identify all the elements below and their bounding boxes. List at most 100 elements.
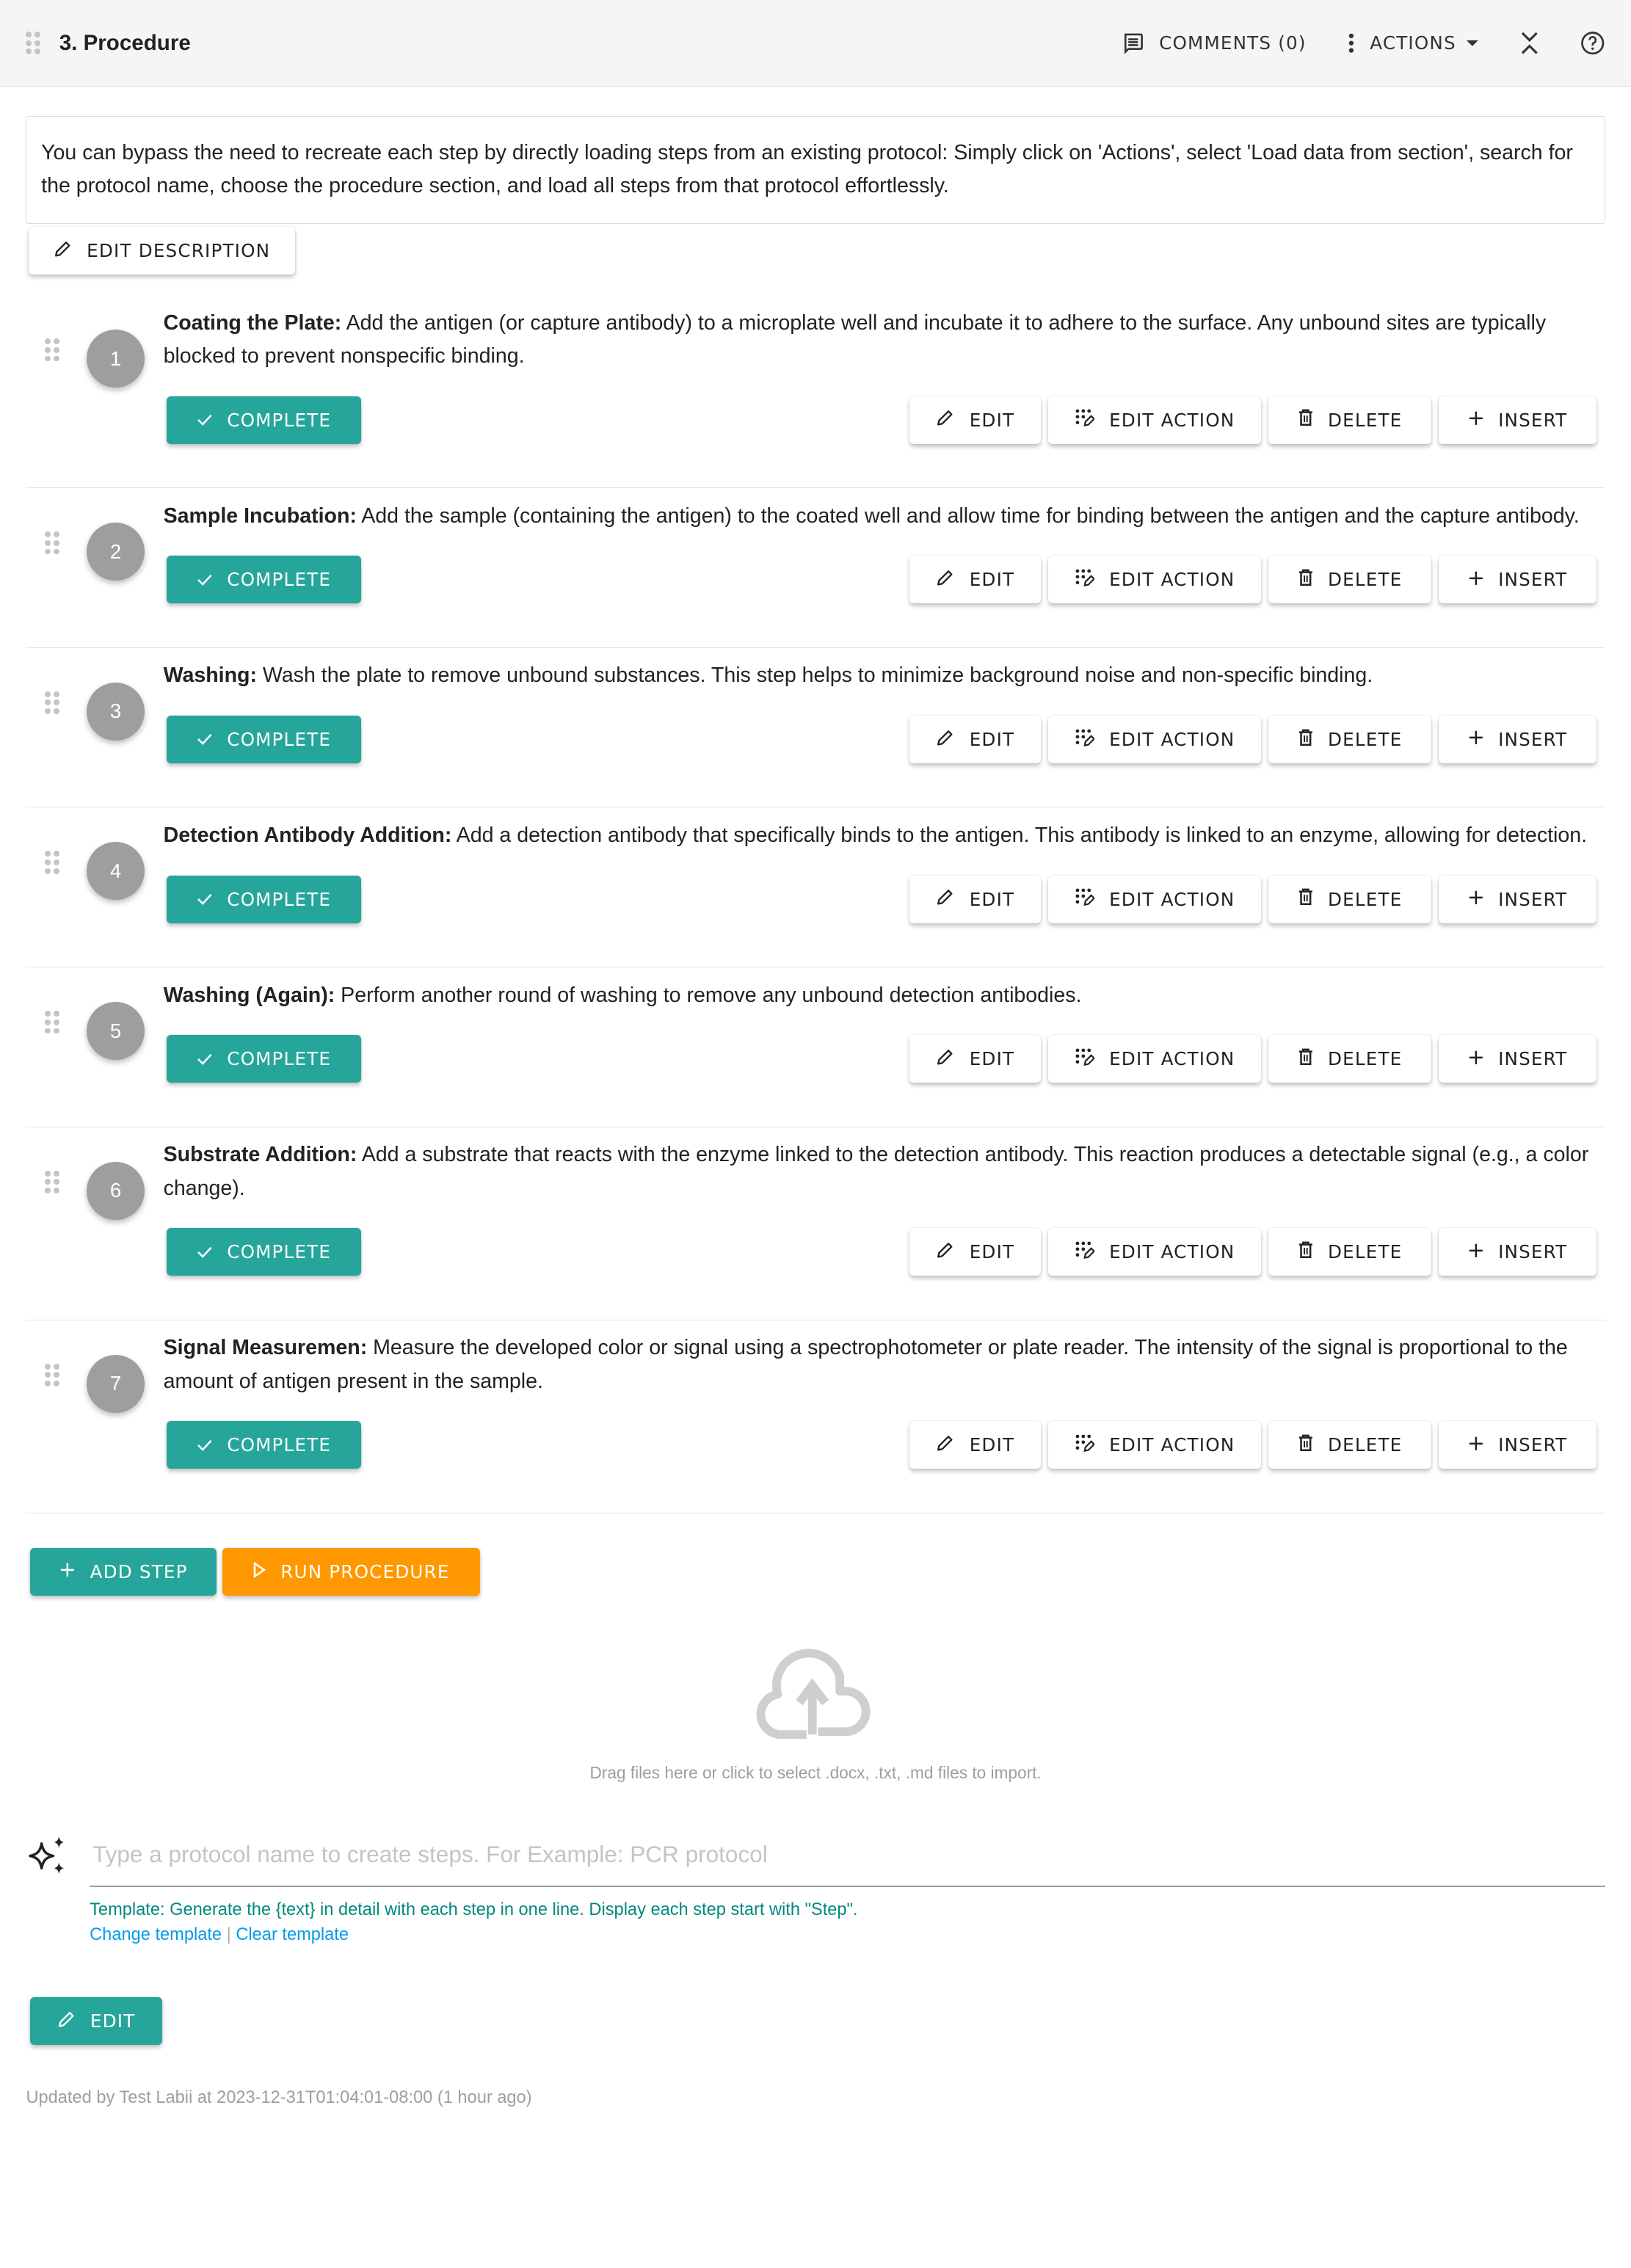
change-template-link[interactable]: Change template xyxy=(90,1925,222,1944)
step-actions: COMPLETE EDIT EDIT ACTION DELETE INSERT xyxy=(166,716,1597,764)
step-title: Coating the Plate: xyxy=(163,310,342,335)
edit-action-button[interactable]: EDIT ACTION xyxy=(1048,396,1261,444)
complete-step-button[interactable]: COMPLETE xyxy=(166,716,362,764)
edit-action-button[interactable]: EDIT ACTION xyxy=(1048,556,1261,604)
edit-action-button[interactable]: EDIT ACTION xyxy=(1048,875,1261,923)
step-number-badge: 3 xyxy=(87,682,145,741)
plus-icon xyxy=(59,1561,76,1582)
complete-label: COMPLETE xyxy=(227,1241,332,1263)
check-icon xyxy=(197,1241,213,1262)
insert-step-button[interactable]: INSERT xyxy=(1439,1228,1597,1276)
delete-step-button[interactable]: DELETE xyxy=(1268,396,1432,444)
clear-template-link[interactable]: Clear template xyxy=(236,1925,349,1944)
comments-button[interactable]: COMMENTS (0) xyxy=(1122,32,1307,55)
edit-action-button[interactable]: EDIT ACTION xyxy=(1048,1035,1261,1083)
delete-label: DELETE xyxy=(1327,409,1403,431)
step-drag-handle-icon[interactable] xyxy=(45,851,59,874)
delete-step-button[interactable]: DELETE xyxy=(1268,1228,1432,1276)
step-drag-handle-icon[interactable] xyxy=(45,531,59,555)
insert-step-button[interactable]: INSERT xyxy=(1439,1035,1597,1083)
edit-step-button[interactable]: EDIT xyxy=(909,875,1042,923)
protocol-name-input[interactable] xyxy=(90,1832,1605,1887)
edit-step-button[interactable]: EDIT xyxy=(909,1035,1042,1083)
edit-section-button[interactable]: EDIT xyxy=(30,1997,162,2046)
collapse-icon[interactable] xyxy=(1519,30,1540,56)
help-icon[interactable] xyxy=(1580,31,1605,55)
section-description: You can bypass the need to recreate each… xyxy=(26,115,1605,225)
edit-action-label: EDIT ACTION xyxy=(1109,1241,1235,1263)
delete-label: DELETE xyxy=(1327,1241,1403,1263)
step-drag-handle-icon[interactable] xyxy=(45,1170,59,1194)
steps-list: 1 Coating the Plate: Add the antigen (or… xyxy=(26,295,1605,1513)
complete-step-button[interactable]: COMPLETE xyxy=(166,1228,362,1276)
edit-step-button[interactable]: EDIT xyxy=(909,556,1042,604)
pencil-icon xyxy=(54,239,73,263)
step-number-badge: 2 xyxy=(87,523,145,581)
edit-description-button[interactable]: EDIT DESCRIPTION xyxy=(29,227,295,275)
delete-step-button[interactable]: DELETE xyxy=(1268,1421,1432,1469)
insert-step-button[interactable]: INSERT xyxy=(1439,1421,1597,1469)
delete-step-button[interactable]: DELETE xyxy=(1268,1035,1432,1083)
complete-label: COMPLETE xyxy=(227,409,332,431)
step-number-badge: 7 xyxy=(87,1354,145,1413)
edit-action-label: EDIT ACTION xyxy=(1109,409,1235,431)
edit-step-button[interactable]: EDIT xyxy=(909,1228,1042,1276)
step-actions: COMPLETE EDIT EDIT ACTION DELETE INSERT xyxy=(166,1421,1597,1469)
trash-icon xyxy=(1298,728,1314,752)
step-body: Add the sample (containing the antigen) … xyxy=(356,504,1580,528)
edit-label: EDIT xyxy=(969,1048,1015,1070)
insert-label: INSERT xyxy=(1498,1048,1568,1070)
delete-label: DELETE xyxy=(1327,888,1403,910)
file-dropzone[interactable]: Drag files here or click to select .docx… xyxy=(26,1648,1605,1784)
comment-icon xyxy=(1122,32,1145,55)
delete-step-button[interactable]: DELETE xyxy=(1268,875,1432,923)
more-vert-icon xyxy=(1347,32,1356,55)
caret-down-icon xyxy=(1465,39,1480,48)
trash-icon xyxy=(1298,887,1314,911)
insert-step-button[interactable]: INSERT xyxy=(1439,556,1597,604)
edit-action-label: EDIT ACTION xyxy=(1109,729,1235,751)
trash-icon xyxy=(1298,1433,1314,1457)
complete-label: COMPLETE xyxy=(227,1434,332,1456)
delete-label: DELETE xyxy=(1327,1434,1403,1456)
insert-step-button[interactable]: INSERT xyxy=(1439,396,1597,444)
trash-icon xyxy=(1298,1240,1314,1264)
edit-step-button[interactable]: EDIT xyxy=(909,716,1042,764)
complete-step-button[interactable]: COMPLETE xyxy=(166,875,362,923)
actions-button[interactable]: ACTIONS xyxy=(1347,32,1480,55)
insert-step-button[interactable]: INSERT xyxy=(1439,875,1597,923)
complete-step-button[interactable]: COMPLETE xyxy=(166,556,362,604)
complete-step-button[interactable]: COMPLETE xyxy=(166,1421,362,1469)
edit-step-button[interactable]: EDIT xyxy=(909,396,1042,444)
step-drag-handle-icon[interactable] xyxy=(45,338,59,362)
step-body: Add a detection antibody that specifical… xyxy=(451,823,1588,847)
add-step-label: ADD STEP xyxy=(90,1560,188,1582)
edit-step-button[interactable]: EDIT xyxy=(909,1421,1042,1469)
step-drag-handle-icon[interactable] xyxy=(45,1010,59,1034)
delete-step-button[interactable]: DELETE xyxy=(1268,556,1432,604)
add-step-button[interactable]: ADD STEP xyxy=(30,1547,217,1596)
complete-step-button[interactable]: COMPLETE xyxy=(166,1035,362,1083)
step-text: Substrate Addition: Add a substrate that… xyxy=(164,1138,1605,1205)
step-body: Add a substrate that reacts with the enz… xyxy=(163,1143,1589,1200)
step-drag-handle-icon[interactable] xyxy=(45,691,59,715)
insert-step-button[interactable]: INSERT xyxy=(1439,716,1597,764)
run-procedure-button[interactable]: RUN PROCEDURE xyxy=(222,1547,481,1596)
delete-step-button[interactable]: DELETE xyxy=(1268,716,1432,764)
edit-action-button[interactable]: EDIT ACTION xyxy=(1048,716,1261,764)
complete-step-button[interactable]: COMPLETE xyxy=(166,396,362,444)
drag-handle-icon[interactable] xyxy=(26,31,41,55)
link-separator: | xyxy=(226,1925,231,1945)
edit-action-button[interactable]: EDIT ACTION xyxy=(1048,1421,1261,1469)
step-drag-handle-icon[interactable] xyxy=(45,1363,59,1387)
section-header: 3. Procedure COMMENTS (0) ACTIONS xyxy=(0,0,1631,87)
run-procedure-label: RUN PROCEDURE xyxy=(280,1560,450,1582)
step-item: 5 Washing (Again): Perform another round… xyxy=(26,967,1605,1127)
comments-label: COMMENTS (0) xyxy=(1159,32,1307,54)
check-icon xyxy=(197,1048,213,1069)
edit-action-icon xyxy=(1075,1047,1095,1071)
edit-action-button[interactable]: EDIT ACTION xyxy=(1048,1228,1261,1276)
step-item: 7 Signal Measuremen: Measure the develop… xyxy=(26,1320,1605,1513)
delete-label: DELETE xyxy=(1327,569,1403,591)
pencil-icon xyxy=(936,408,955,432)
